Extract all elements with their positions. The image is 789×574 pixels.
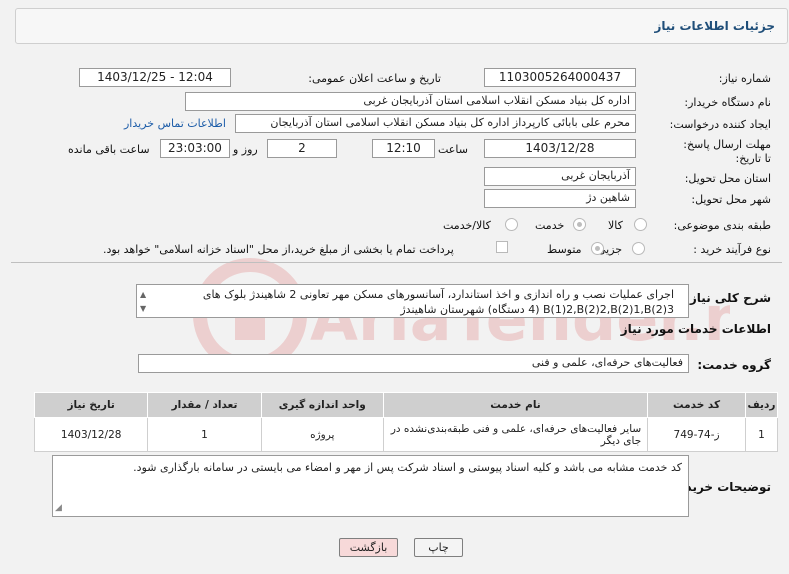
buyer-label: نام دستگاه خریدار: bbox=[684, 96, 771, 109]
description-textarea[interactable]: اجرای عملیات نصب و راه اندازی و اخذ استا… bbox=[136, 284, 689, 318]
process-label: نوع فرآیند خرید : bbox=[693, 243, 771, 256]
city-label: شهر محل تحویل: bbox=[691, 193, 771, 206]
back-button[interactable]: بازگشت bbox=[339, 538, 398, 557]
services-table-header: ردیف کد خدمت نام خدمت واحد اندازه گیری ت… bbox=[33, 392, 779, 418]
deadline-label: مهلت ارسال پاسخ: تا تاریخ: bbox=[683, 138, 771, 165]
days-field: 2 bbox=[267, 139, 337, 158]
announce-datetime-field: 1403/12/25 - 12:04 bbox=[79, 68, 231, 87]
col-need-date: تاریخ نیاز bbox=[33, 392, 149, 418]
cell-need-date: 1403/12/28 bbox=[33, 417, 149, 452]
description-label: شرح کلی نیاز: bbox=[685, 291, 771, 305]
city-field: شاهین دژ bbox=[484, 189, 636, 208]
table-row: 1 ز-74-749 سایر فعالیت‌های حرفه‌ای، علمی… bbox=[33, 417, 779, 452]
scroll-down-icon[interactable]: ▼ bbox=[140, 301, 146, 316]
province-label: استان محل تحویل: bbox=[684, 172, 771, 185]
description-text: اجرای عملیات نصب و راه اندازی و اخذ استا… bbox=[202, 288, 674, 316]
payment-note: پرداخت تمام یا بخشی از مبلغ خرید،از محل … bbox=[103, 243, 454, 256]
process-radio-minor[interactable] bbox=[632, 242, 645, 255]
page-title: جزئیات اطلاعات نیاز bbox=[654, 19, 775, 33]
category-radio-service[interactable] bbox=[573, 218, 586, 231]
category-radio-goods[interactable] bbox=[634, 218, 647, 231]
col-service-code: کد خدمت bbox=[647, 392, 746, 418]
creator-label: ایجاد کننده درخواست: bbox=[669, 118, 771, 131]
category-radio-both[interactable] bbox=[505, 218, 518, 231]
cell-service-code: ز-74-749 bbox=[647, 417, 746, 452]
scroll-up-icon[interactable]: ▲ bbox=[140, 287, 146, 302]
treasury-checkbox[interactable] bbox=[496, 241, 508, 253]
category-option-service: خدمت bbox=[535, 219, 565, 232]
col-unit: واحد اندازه گیری bbox=[260, 392, 384, 418]
deadline-date-field: 1403/12/28 bbox=[484, 139, 636, 158]
province-field: آذربایجان غربی bbox=[484, 167, 636, 186]
deadline-time-field: 12:10 bbox=[372, 139, 435, 158]
print-button[interactable]: چاپ bbox=[414, 538, 463, 557]
need-number-field: 1103005264000437 bbox=[484, 68, 636, 87]
col-service-name: نام خدمت bbox=[382, 392, 649, 418]
cell-row: 1 bbox=[744, 417, 779, 452]
cell-service-name: سایر فعالیت‌های حرفه‌ای، علمی و فنی طبقه… bbox=[382, 417, 649, 452]
resize-handle-icon[interactable]: ◢ bbox=[55, 500, 62, 516]
remaining-time-field: 23:03:00 bbox=[160, 139, 230, 158]
cell-quantity: 1 bbox=[147, 417, 262, 452]
details-header: جزئیات اطلاعات نیاز bbox=[15, 8, 788, 44]
service-group-field: فعالیت‌های حرفه‌ای، علمی و فنی bbox=[138, 354, 689, 373]
category-option-goods: کالا bbox=[608, 219, 623, 232]
category-option-both: کالا/خدمت bbox=[443, 219, 491, 232]
process-radio-medium[interactable] bbox=[591, 242, 604, 255]
announce-label: تاریخ و ساعت اعلان عمومی: bbox=[308, 72, 441, 85]
category-label: طبقه بندی موضوعی: bbox=[673, 219, 771, 232]
services-info-title: اطلاعات خدمات مورد نیاز bbox=[620, 322, 771, 336]
buyer-contact-link[interactable]: اطلاعات تماس خریدار bbox=[124, 117, 226, 130]
days-label: روز و bbox=[233, 143, 258, 156]
creator-field: محرم علی بابائی کارپرداز اداره کل بنیاد … bbox=[235, 114, 636, 133]
process-option-medium: متوسط bbox=[547, 243, 582, 256]
buyer-field: اداره کل بنیاد مسکن انقلاب اسلامی استان … bbox=[185, 92, 636, 111]
need-number-label: شماره نیاز: bbox=[718, 72, 771, 85]
services-table: ردیف کد خدمت نام خدمت واحد اندازه گیری ت… bbox=[33, 392, 779, 452]
remaining-label: ساعت باقی مانده bbox=[68, 143, 150, 156]
deadline-time-label: ساعت bbox=[438, 143, 468, 156]
buyer-notes-text: کد خدمت مشابه می باشد و کلیه اسناد پیوست… bbox=[133, 461, 682, 474]
col-row: ردیف bbox=[744, 392, 779, 418]
col-quantity: تعداد / مقدار bbox=[147, 392, 262, 418]
buyer-notes-textarea[interactable]: کد خدمت مشابه می باشد و کلیه اسناد پیوست… bbox=[52, 455, 689, 517]
divider bbox=[11, 262, 782, 263]
cell-unit: پروژه bbox=[260, 417, 384, 452]
service-group-label: گروه خدمت: bbox=[697, 358, 771, 372]
